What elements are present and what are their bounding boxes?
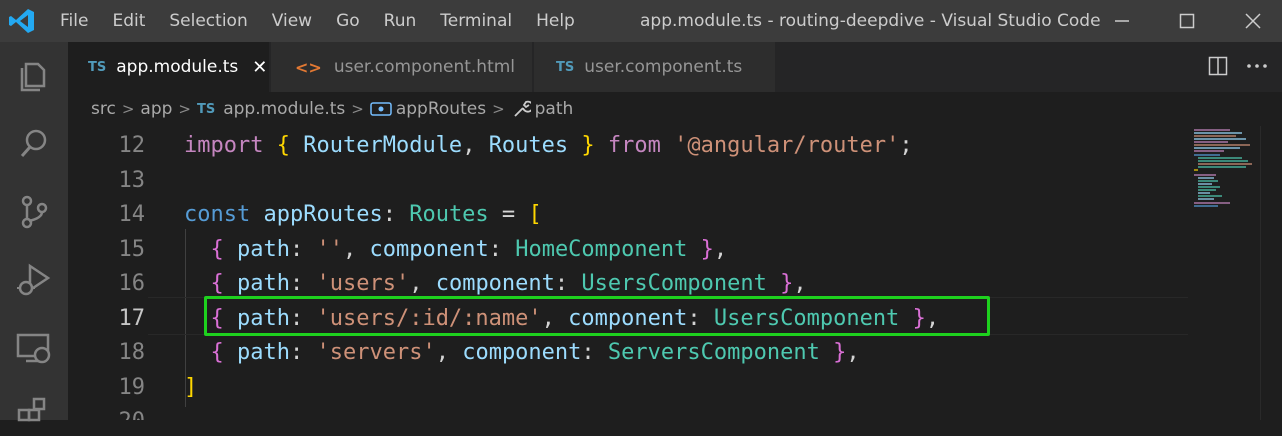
code-text: { path: '', component: HomeComponent }, xyxy=(210,236,728,262)
line-number: 14 xyxy=(118,202,146,227)
typescript-file-icon: TS xyxy=(196,101,216,117)
code-editor[interactable]: 12 import { RouterModule, Routes } from … xyxy=(68,126,1282,420)
variable-symbol-icon xyxy=(370,102,392,116)
code-text: import { RouterModule, Routes } from '@a… xyxy=(184,133,913,158)
tab-label: user.component.html xyxy=(333,57,516,77)
breadcrumb-file[interactable]: app.module.ts xyxy=(223,99,345,119)
activity-bar xyxy=(0,42,68,422)
vertical-scrollbar[interactable] xyxy=(1260,126,1282,420)
close-window-button[interactable] xyxy=(1230,0,1276,42)
chevron-right-icon: > xyxy=(121,100,135,118)
run-debug-icon[interactable] xyxy=(14,260,54,300)
typescript-file-icon: TS xyxy=(556,59,575,75)
code-text: { path: 'servers', component: ServersCom… xyxy=(210,340,860,365)
code-line: 18 { path: 'servers', component: Servers… xyxy=(68,336,1188,371)
code-line: 20 xyxy=(68,405,1188,420)
line-number: 17 xyxy=(118,305,146,331)
menu-selection[interactable]: Selection xyxy=(157,11,259,31)
code-text: const appRoutes: Routes = [ xyxy=(184,202,542,227)
code-text: ] xyxy=(184,374,198,400)
menu-view[interactable]: View xyxy=(260,11,324,31)
window-title: app.module.ts - routing-deepdive - Visua… xyxy=(640,11,1101,31)
line-number: 20 xyxy=(68,405,146,420)
breadcrumb-app[interactable]: app xyxy=(140,99,172,119)
tab-user-component-html[interactable]: <> user.component.html xyxy=(271,42,533,92)
search-icon[interactable] xyxy=(14,124,54,164)
extensions-icon[interactable] xyxy=(14,396,54,436)
line-number: 16 xyxy=(118,271,146,296)
code-line: 13 xyxy=(68,164,1188,199)
tab-user-component-ts[interactable]: TS user.component.ts xyxy=(534,42,776,92)
close-icon xyxy=(1245,13,1261,29)
menu-bar: File Edit Selection View Go Run Terminal… xyxy=(48,0,587,42)
menu-go[interactable]: Go xyxy=(324,11,372,31)
wrench-property-icon xyxy=(514,100,531,117)
tab-label: user.component.ts xyxy=(584,57,743,77)
typescript-file-icon: TS xyxy=(88,59,107,75)
chevron-right-icon: > xyxy=(492,100,505,118)
menu-edit[interactable]: Edit xyxy=(100,11,157,31)
minimize-icon xyxy=(1115,20,1129,22)
chevron-right-icon: > xyxy=(351,100,364,118)
line-number: 13 xyxy=(118,167,146,193)
line-number: 15 xyxy=(118,236,146,262)
html-file-icon: <> xyxy=(295,57,322,77)
breadcrumb-symbol[interactable]: appRoutes xyxy=(396,99,486,119)
line-number: 19 xyxy=(118,374,146,400)
explorer-icon[interactable] xyxy=(14,56,54,96)
code-line: 12 import { RouterModule, Routes } from … xyxy=(68,129,1188,164)
breadcrumb-property[interactable]: path xyxy=(535,99,574,119)
editor-tab-bar: TS app.module.ts ✕ <> user.component.htm… xyxy=(68,42,1282,92)
highlight-annotation-box xyxy=(204,296,990,336)
code-line: 14 const appRoutes: Routes = [ xyxy=(68,198,1188,233)
remote-explorer-icon[interactable] xyxy=(14,328,54,368)
line-number: 18 xyxy=(118,340,146,365)
source-control-icon[interactable] xyxy=(14,192,54,232)
menu-terminal[interactable]: Terminal xyxy=(428,11,524,31)
close-tab-icon[interactable]: ✕ xyxy=(252,57,267,78)
line-number: 12 xyxy=(118,133,146,158)
code-token: import xyxy=(184,133,264,158)
breadcrumb-src[interactable]: src xyxy=(91,99,116,119)
maximize-button[interactable] xyxy=(1164,0,1210,42)
menu-help[interactable]: Help xyxy=(524,11,587,31)
code-line: 15 { path: '', component: HomeComponent … xyxy=(68,233,1188,268)
more-actions-icon[interactable] xyxy=(1246,56,1268,76)
vscode-logo-icon xyxy=(9,9,34,33)
maximize-icon xyxy=(1179,13,1195,29)
tab-label: app.module.ts xyxy=(116,57,239,77)
minimize-button[interactable] xyxy=(1099,0,1145,42)
split-editor-icon[interactable] xyxy=(1208,56,1228,76)
menu-run[interactable]: Run xyxy=(372,11,429,31)
tab-app-module-ts[interactable]: TS app.module.ts ✕ xyxy=(68,42,270,92)
editor-actions xyxy=(1208,56,1268,76)
breadcrumb: src > app > TS app.module.ts > appRoutes… xyxy=(68,92,1282,126)
title-bar: File Edit Selection View Go Run Terminal… xyxy=(0,0,1282,42)
code-line: 19 ] xyxy=(68,371,1188,406)
chevron-right-icon: > xyxy=(178,100,191,118)
menu-file[interactable]: File xyxy=(48,11,100,31)
